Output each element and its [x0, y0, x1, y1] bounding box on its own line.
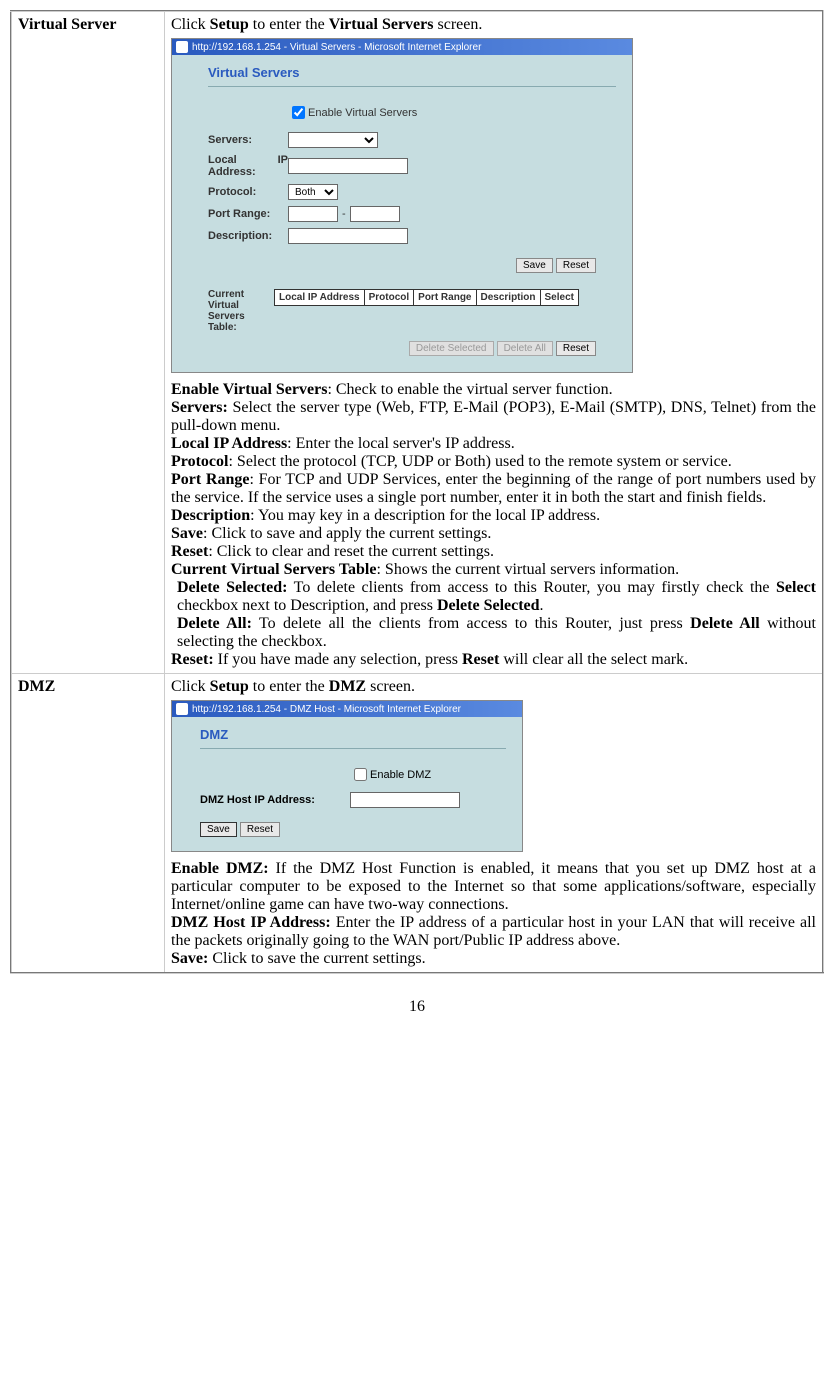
enable-dmz-label: Enable DMZ: [370, 769, 431, 781]
protocol-select[interactable]: Both: [288, 184, 338, 200]
ie-titlebar: http://192.168.1.254 - Virtual Servers -…: [172, 39, 632, 55]
vs-desc-portrange: Port Range: For TCP and UDP Services, en…: [171, 471, 816, 507]
vs-desc-reset2: Reset: If you have made any selection, p…: [171, 651, 816, 669]
th-select: Select: [540, 290, 578, 306]
vs-desc-protocol: Protocol: Select the protocol (TCP, UDP …: [171, 453, 816, 471]
protocol-label: Protocol:: [208, 186, 288, 198]
label-virtual-server: Virtual Server: [11, 11, 165, 674]
th-localip: Local IP Address: [275, 290, 365, 306]
port-dash: -: [342, 208, 346, 220]
dmz-reset-button[interactable]: Reset: [240, 822, 280, 837]
ie-title: http://192.168.1.254 - Virtual Servers -…: [192, 42, 481, 53]
enable-dmz-checkbox[interactable]: [354, 768, 367, 781]
row-virtual-server: Virtual Server Click Setup to enter the …: [11, 11, 823, 674]
vs-desc-servers: Servers: Select the server type (Web, FT…: [171, 399, 816, 435]
localip-label: Local IP Address:: [208, 154, 288, 178]
description-input[interactable]: [288, 228, 408, 244]
th-description: Description: [476, 290, 540, 306]
page-number: 16: [10, 998, 824, 1016]
vs-desc-reset: Reset: Click to clear and reset the curr…: [171, 543, 816, 561]
dmz-panel-title: DMZ: [200, 727, 506, 749]
save-button[interactable]: Save: [516, 258, 553, 273]
dmz-intro: Click Setup to enter the DMZ screen.: [171, 678, 816, 696]
vs-desc-localip: Local IP Address: Enter the local server…: [171, 435, 816, 453]
content-virtual-server: Click Setup to enter the Virtual Servers…: [165, 11, 824, 674]
label-dmz: DMZ: [11, 674, 165, 974]
dmz-host-input[interactable]: [350, 792, 460, 808]
dmz-screenshot: http://192.168.1.254 - DMZ Host - Micros…: [171, 700, 523, 852]
vs-screenshot: http://192.168.1.254 - Virtual Servers -…: [171, 38, 633, 373]
vs-desc-save: Save: Click to save and apply the curren…: [171, 525, 816, 543]
reset-button-2[interactable]: Reset: [556, 341, 596, 356]
ie-title-dmz: http://192.168.1.254 - DMZ Host - Micros…: [192, 704, 461, 715]
dmz-host-label: DMZ Host IP Address:: [200, 794, 350, 806]
servers-select[interactable]: [288, 132, 378, 148]
dmz-desc-save: Save: Click to save the current settings…: [171, 950, 816, 968]
vs-panel-title: Virtual Servers: [208, 65, 616, 87]
ie-icon: [176, 41, 188, 53]
vs-desc-enable: Enable Virtual Servers: Check to enable …: [171, 381, 816, 399]
enable-vs-checkbox[interactable]: [292, 106, 305, 119]
vs-desc-description: Description: You may key in a descriptio…: [171, 507, 816, 525]
row-dmz: DMZ Click Setup to enter the DMZ screen.…: [11, 674, 823, 974]
delete-selected-button[interactable]: Delete Selected: [409, 341, 494, 356]
th-portrange: Port Range: [414, 290, 476, 306]
content-dmz: Click Setup to enter the DMZ screen. htt…: [165, 674, 824, 974]
dmz-desc-host: DMZ Host IP Address: Enter the IP addres…: [171, 914, 816, 950]
delete-all-button[interactable]: Delete All: [497, 341, 553, 356]
description-label: Description:: [208, 230, 288, 242]
cvst-table: Local IP Address Protocol Port Range Des…: [274, 289, 579, 306]
ie-titlebar-dmz: http://192.168.1.254 - DMZ Host - Micros…: [172, 701, 522, 717]
help-table: Virtual Server Click Setup to enter the …: [10, 10, 824, 974]
port-end-input[interactable]: [350, 206, 400, 222]
vs-desc-delete-all: Delete All: To delete all the clients fr…: [171, 615, 816, 651]
portrange-label: Port Range:: [208, 208, 288, 220]
th-protocol: Protocol: [364, 290, 414, 306]
dmz-desc-enable: Enable DMZ: If the DMZ Host Function is …: [171, 860, 816, 914]
ie-icon: [176, 703, 188, 715]
vs-desc-cvst: Current Virtual Servers Table: Shows the…: [171, 561, 816, 579]
reset-button[interactable]: Reset: [556, 258, 596, 273]
port-start-input[interactable]: [288, 206, 338, 222]
cvst-label: Current Virtual Servers Table:: [208, 289, 268, 333]
enable-vs-label: Enable Virtual Servers: [308, 107, 417, 119]
dmz-save-button[interactable]: Save: [200, 822, 237, 837]
vs-desc-delete-selected: Delete Selected: To delete clients from …: [171, 579, 816, 615]
localip-input[interactable]: [288, 158, 408, 174]
servers-label: Servers:: [208, 134, 288, 146]
vs-intro: Click Setup to enter the Virtual Servers…: [171, 16, 816, 34]
